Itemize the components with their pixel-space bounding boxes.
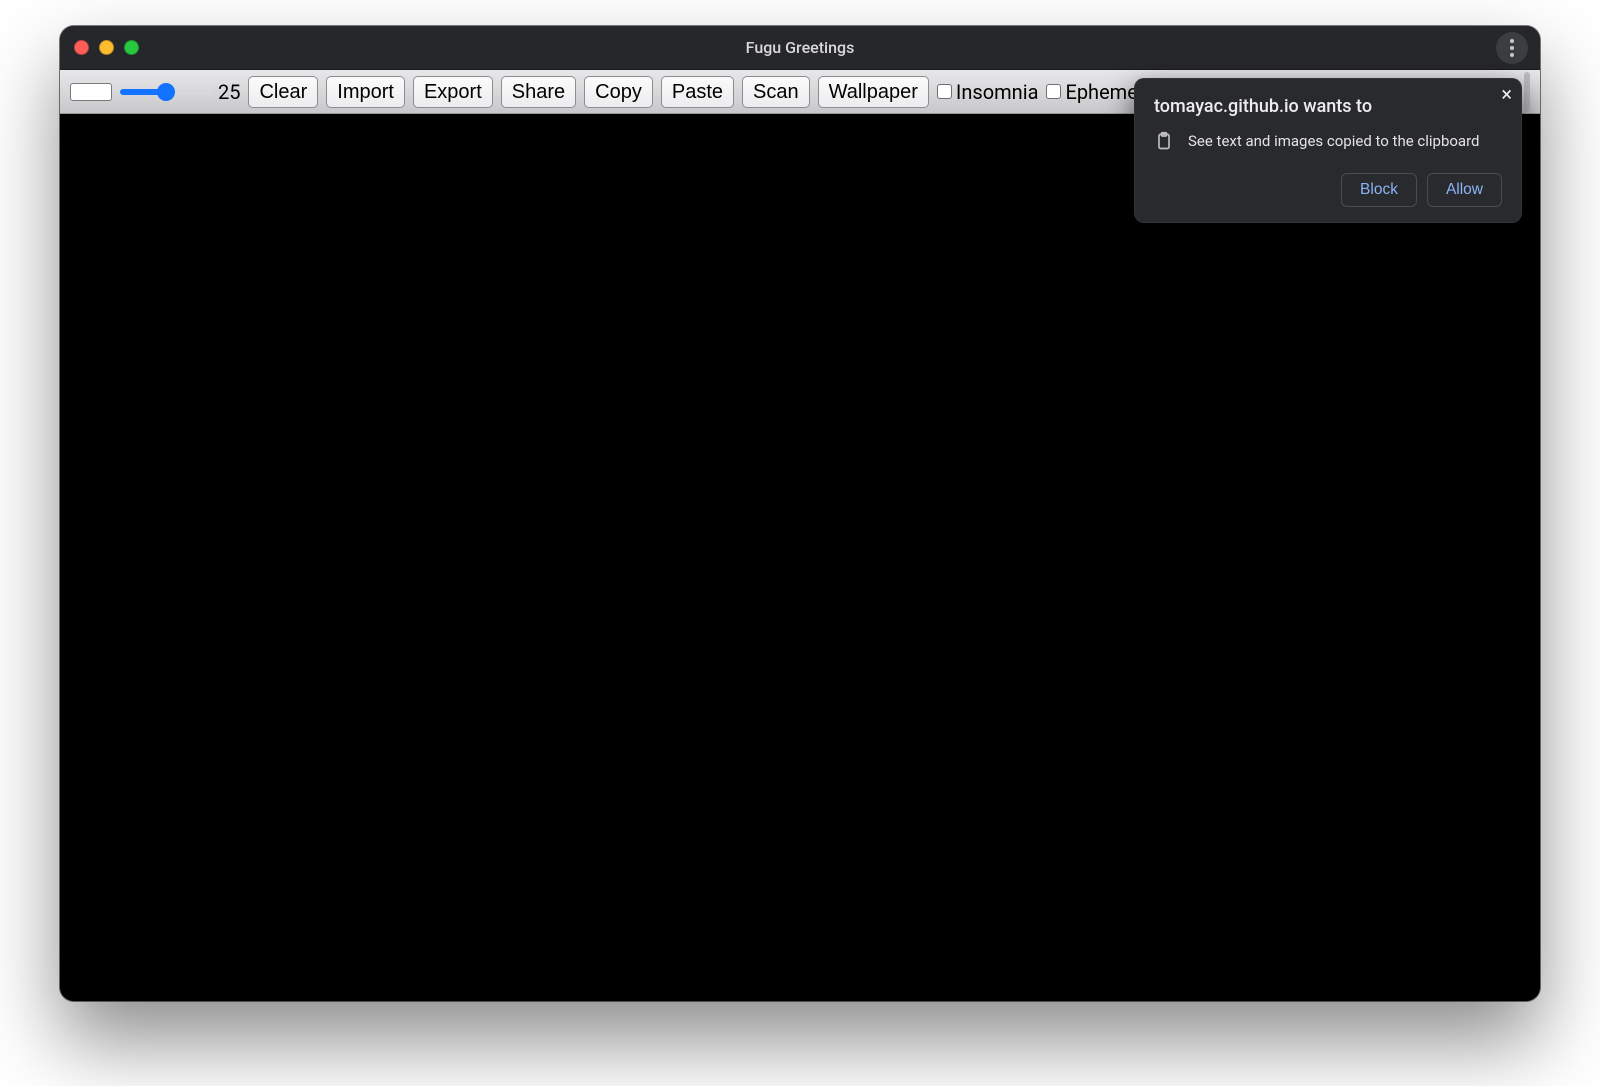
fullscreen-window-button[interactable]	[124, 40, 139, 55]
close-window-button[interactable]	[74, 40, 89, 55]
import-button[interactable]: Import	[326, 76, 405, 108]
clear-button[interactable]: Clear	[248, 76, 318, 108]
permission-text: See text and images copied to the clipbo…	[1188, 132, 1480, 150]
checkbox-box[interactable]	[937, 84, 952, 99]
scrollbar[interactable]	[1524, 72, 1530, 112]
permission-row: See text and images copied to the clipbo…	[1154, 131, 1502, 151]
minimize-window-button[interactable]	[99, 40, 114, 55]
canvas-area[interactable]	[60, 114, 1540, 1001]
permission-heading: tomayac.github.io wants to	[1154, 96, 1502, 117]
brush-size-control: 25	[120, 80, 240, 104]
allow-button[interactable]: Allow	[1427, 173, 1502, 207]
insomnia-label: Insomnia	[956, 80, 1039, 104]
scan-button[interactable]: Scan	[742, 76, 810, 108]
share-button[interactable]: Share	[501, 76, 576, 108]
paste-button[interactable]: Paste	[661, 76, 734, 108]
permission-prompt: × tomayac.github.io wants to See text an…	[1134, 78, 1522, 223]
block-button[interactable]: Block	[1341, 173, 1417, 207]
permission-actions: Block Allow	[1154, 173, 1502, 207]
export-button[interactable]: Export	[413, 76, 493, 108]
overflow-menu-button[interactable]	[1496, 32, 1528, 64]
brush-size-slider[interactable]	[120, 83, 212, 101]
brush-size-value: 25	[218, 80, 240, 104]
app-window: Fugu Greetings 25 Clear Import Export Sh…	[60, 26, 1540, 1001]
window-controls	[74, 40, 139, 55]
close-icon[interactable]: ×	[1501, 84, 1512, 104]
clipboard-icon	[1154, 131, 1174, 151]
insomnia-checkbox[interactable]: Insomnia	[937, 80, 1039, 104]
titlebar: Fugu Greetings	[60, 26, 1540, 70]
window-title: Fugu Greetings	[60, 38, 1540, 57]
wallpaper-button[interactable]: Wallpaper	[818, 76, 929, 108]
copy-button[interactable]: Copy	[584, 76, 653, 108]
color-picker[interactable]	[70, 83, 112, 101]
checkbox-box[interactable]	[1046, 84, 1061, 99]
